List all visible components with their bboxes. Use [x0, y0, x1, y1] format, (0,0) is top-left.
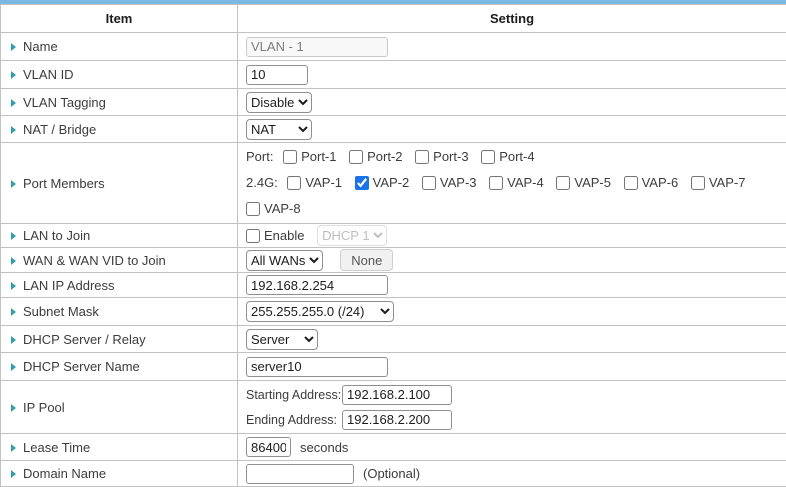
vap-2-checkbox[interactable] [355, 176, 369, 190]
lan-to-join-label: LAN to Join [23, 228, 90, 243]
table-row-name: Name [1, 33, 786, 61]
checkbox-vap-7[interactable]: VAP-7 [691, 175, 746, 190]
table-row-domain-name: Domain Name (Optional) [1, 461, 786, 487]
ending-address-label: Ending Address: [246, 413, 342, 427]
checkbox-port-1[interactable]: Port-1 [283, 149, 336, 164]
checkbox-vap-1[interactable]: VAP-1 [287, 175, 342, 190]
row-arrow-icon [11, 99, 16, 107]
row-arrow-icon [11, 470, 16, 478]
vap-3-checkbox[interactable] [422, 176, 436, 190]
checkbox-vap-6[interactable]: VAP-6 [624, 175, 679, 190]
ip-pool-label: IP Pool [23, 400, 65, 415]
wifi-vap-checkbox-group: 2.4G: VAP-1 VAP-2 VAP-3 VAP-4 VAP-5 VAP-… [246, 170, 785, 222]
row-arrow-icon [11, 180, 16, 188]
starting-address-label: Starting Address: [246, 388, 342, 402]
lan-join-enable-checkbox[interactable] [246, 229, 260, 243]
table-row-vlan-tagging: VLAN Tagging Disable [1, 89, 786, 116]
row-arrow-icon [11, 282, 16, 290]
vlan-tagging-label: VLAN Tagging [23, 95, 106, 110]
table-row-lan-to-join: LAN to Join Enable DHCP 1 [1, 224, 786, 248]
table-header-row: Item Setting [1, 5, 786, 33]
checkbox-port-2[interactable]: Port-2 [349, 149, 402, 164]
ip-pool-end-row: Ending Address: [246, 407, 785, 432]
port-1-checkbox[interactable] [283, 150, 297, 164]
port-2-checkbox[interactable] [349, 150, 363, 164]
row-arrow-icon [11, 404, 16, 412]
vlan-tagging-select[interactable]: Disable [246, 92, 312, 113]
port-3-checkbox[interactable] [415, 150, 429, 164]
vap-7-checkbox[interactable] [691, 176, 705, 190]
table-row-dhcp-mode: DHCP Server / Relay Server [1, 326, 786, 353]
row-arrow-icon [11, 257, 16, 265]
lan-ip-input[interactable] [246, 275, 388, 295]
domain-optional-label: (Optional) [363, 466, 420, 481]
row-arrow-icon [11, 126, 16, 134]
row-arrow-icon [11, 363, 16, 371]
item-column-header: Item [1, 5, 238, 33]
vlan-settings-page: Item Setting Name VLAN ID VLAN Tagging D… [0, 0, 786, 487]
table-row-lease-time: Lease Time seconds [1, 434, 786, 461]
nat-bridge-label: NAT / Bridge [23, 122, 96, 137]
domain-name-input[interactable] [246, 464, 354, 484]
subnet-mask-label: Subnet Mask [23, 304, 99, 319]
row-arrow-icon [11, 308, 16, 316]
port-4-checkbox[interactable] [481, 150, 495, 164]
wan-join-label: WAN & WAN VID to Join [23, 253, 166, 268]
row-arrow-icon [11, 43, 16, 51]
name-label: Name [23, 39, 58, 54]
lease-time-input[interactable] [246, 437, 291, 457]
table-row-lan-ip: LAN IP Address [1, 273, 786, 298]
row-arrow-icon [11, 71, 16, 79]
lan-join-dhcp-select: DHCP 1 [317, 225, 387, 246]
checkbox-port-3[interactable]: Port-3 [415, 149, 468, 164]
table-row-subnet-mask: Subnet Mask 255.255.255.0 (/24) [1, 298, 786, 326]
wan-vid-none-button[interactable]: None [340, 249, 393, 271]
lease-time-unit-label: seconds [300, 440, 348, 455]
checkbox-vap-4[interactable]: VAP-4 [489, 175, 544, 190]
vlan-id-input[interactable] [246, 65, 308, 85]
wifi-prefix-label: 2.4G: [246, 175, 278, 190]
table-row-vlan-id: VLAN ID [1, 61, 786, 89]
vap-8-checkbox[interactable] [246, 202, 260, 216]
checkbox-vap-2[interactable]: VAP-2 [355, 175, 410, 190]
table-row-wan-join: WAN & WAN VID to Join All WANs None [1, 248, 786, 273]
vap-1-checkbox[interactable] [287, 176, 301, 190]
nat-bridge-select[interactable]: NAT [246, 119, 312, 140]
ip-pool-start-row: Starting Address: [246, 382, 785, 407]
wired-port-checkbox-group: Port: Port-1 Port-2 Port-3 Port-4 [246, 144, 785, 170]
checkbox-port-4[interactable]: Port-4 [481, 149, 534, 164]
checkbox-vap-5[interactable]: VAP-5 [556, 175, 611, 190]
row-arrow-icon [11, 444, 16, 452]
vap-6-checkbox[interactable] [624, 176, 638, 190]
vap-5-checkbox[interactable] [556, 176, 570, 190]
checkbox-vap-3[interactable]: VAP-3 [422, 175, 477, 190]
port-members-label: Port Members [23, 176, 105, 191]
dhcp-server-name-input[interactable] [246, 357, 388, 377]
starting-address-input[interactable] [342, 385, 452, 405]
checkbox-vap-8[interactable]: VAP-8 [246, 201, 301, 216]
lan-ip-label: LAN IP Address [23, 278, 115, 293]
dhcp-name-label: DHCP Server Name [23, 359, 140, 374]
wan-join-select[interactable]: All WANs [246, 250, 323, 271]
lease-time-label: Lease Time [23, 440, 90, 455]
vap-4-checkbox[interactable] [489, 176, 503, 190]
table-row-ip-pool: IP Pool Starting Address: Ending Address… [1, 381, 786, 434]
table-row-dhcp-name: DHCP Server Name [1, 353, 786, 381]
dhcp-mode-select[interactable]: Server [246, 329, 318, 350]
dhcp-mode-label: DHCP Server / Relay [23, 332, 146, 347]
vlan-name-input [246, 37, 388, 57]
setting-column-header: Setting [238, 5, 786, 33]
table-row-nat-bridge: NAT / Bridge NAT [1, 116, 786, 143]
ending-address-input[interactable] [342, 410, 452, 430]
port-prefix-label: Port: [246, 149, 273, 164]
subnet-mask-select[interactable]: 255.255.255.0 (/24) [246, 301, 394, 322]
table-row-port-members: Port Members Port: Port-1 Port-2 Port-3 … [1, 143, 786, 224]
domain-name-label: Domain Name [23, 466, 106, 481]
vlan-settings-table: Item Setting Name VLAN ID VLAN Tagging D… [0, 4, 786, 487]
lan-join-enable-checkbox-label[interactable]: Enable [246, 228, 304, 243]
row-arrow-icon [11, 232, 16, 240]
row-arrow-icon [11, 336, 16, 344]
vlan-id-label: VLAN ID [23, 67, 74, 82]
